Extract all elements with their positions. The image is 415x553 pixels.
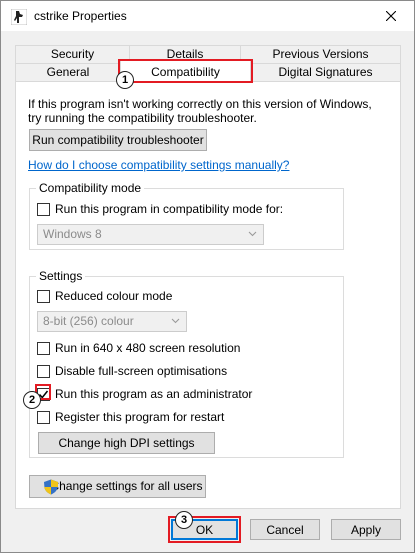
reduced-colour-label: Reduced colour mode (55, 289, 173, 303)
close-icon (386, 11, 396, 21)
change-all-users-button[interactable]: Change settings for all users (29, 475, 206, 498)
change-all-users-label: Change settings for all users (50, 479, 203, 493)
cancel-button[interactable]: Cancel (250, 519, 320, 540)
settings-group: Settings Reduced colour mode 8-bit (256)… (29, 269, 344, 458)
colour-depth-select[interactable]: 8-bit (256) colour (37, 311, 187, 332)
reduced-colour-checkbox[interactable]: Reduced colour mode (37, 289, 172, 303)
step-marker-3: 3 (175, 511, 193, 529)
manual-settings-link[interactable]: How do I choose compatibility settings m… (28, 158, 289, 172)
register-restart-label: Register this program for restart (55, 410, 225, 424)
chevron-down-icon (171, 318, 180, 324)
close-button[interactable] (368, 1, 414, 31)
run-640-label: Run in 640 x 480 screen resolution (55, 341, 241, 355)
run-640-box[interactable] (37, 341, 50, 355)
intro-text-line-2: try running the compatibility troublesho… (28, 111, 257, 125)
compat-mode-checkbox[interactable]: Run this program in compatibility mode f… (37, 202, 283, 216)
compat-os-select-value: Windows 8 (43, 227, 102, 241)
reduced-colour-box[interactable] (37, 289, 50, 303)
disable-fullscreen-checkbox[interactable]: Disable full-screen optimisations (37, 364, 227, 378)
colour-depth-value: 8-bit (256) colour (43, 314, 134, 328)
settings-title: Settings (36, 269, 86, 283)
run-as-admin-label: Run this program as an administrator (55, 387, 253, 401)
tab-security[interactable]: Security (15, 45, 130, 63)
compatibility-mode-title: Compatibility mode (36, 181, 145, 195)
disable-fullscreen-box[interactable] (37, 364, 50, 378)
properties-window: cstrike Properties Security Details Prev… (0, 0, 415, 553)
disable-fullscreen-label: Disable full-screen optimisations (55, 364, 228, 378)
register-restart-box[interactable] (37, 410, 50, 424)
compat-mode-label: Run this program in compatibility mode f… (55, 202, 284, 216)
title-bar: cstrike Properties (1, 1, 414, 31)
compat-os-select[interactable]: Windows 8 (37, 224, 264, 245)
step-marker-2: 2 (23, 391, 41, 409)
compatibility-mode-group: Compatibility mode Run this program in c… (29, 181, 344, 250)
run-troubleshooter-button[interactable]: Run compatibility troubleshooter (29, 129, 207, 151)
app-icon (11, 9, 27, 25)
tab-digital-signatures[interactable]: Digital Signatures (250, 63, 401, 81)
tab-general[interactable]: General (15, 63, 121, 81)
uac-shield-icon (44, 479, 58, 495)
chevron-down-icon (248, 231, 257, 237)
change-dpi-button[interactable]: Change high DPI settings (38, 432, 215, 454)
run-640-checkbox[interactable]: Run in 640 x 480 screen resolution (37, 341, 240, 355)
intro-text-line-1: If this program isn't working correctly … (28, 97, 372, 111)
compat-mode-box[interactable] (37, 202, 50, 216)
apply-button[interactable]: Apply (331, 519, 401, 540)
tab-previous-versions[interactable]: Previous Versions (240, 45, 401, 63)
window-title: cstrike Properties (34, 9, 127, 23)
step-marker-1: 1 (116, 71, 134, 89)
compatibility-panel: If this program isn't working correctly … (15, 81, 401, 509)
compatibility-tab-highlight (118, 59, 253, 83)
run-as-admin-checkbox[interactable]: Run this program as an administrator (37, 387, 252, 401)
register-restart-checkbox[interactable]: Register this program for restart (37, 410, 224, 424)
